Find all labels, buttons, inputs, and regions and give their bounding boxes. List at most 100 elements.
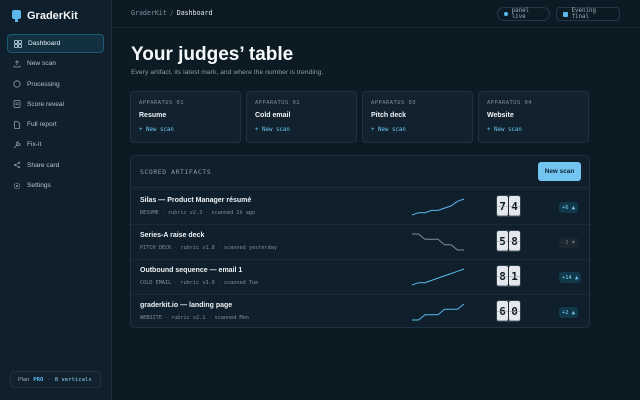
panel-title: SCORED ARTIFACTS bbox=[140, 168, 212, 176]
score-flipboard: 5 8 bbox=[497, 231, 520, 251]
trend-sparkline bbox=[412, 233, 464, 251]
wrench-icon bbox=[13, 141, 21, 149]
sidebar-item-label: Full report bbox=[27, 121, 57, 129]
new-scan-link[interactable]: + New scan bbox=[371, 127, 406, 133]
scored-artifacts-panel: SCORED ARTIFACTS New scan Silas — Produc… bbox=[130, 155, 590, 328]
new-scan-link[interactable]: + New scan bbox=[487, 127, 522, 133]
score-digit: 5 bbox=[497, 231, 508, 251]
sparkline-path bbox=[412, 233, 464, 251]
artifact-title: Series-A raise deck bbox=[140, 232, 205, 239]
artifact-rubric: rubric v1.8 bbox=[180, 245, 215, 251]
apparatus-label: APPARATUS 01 bbox=[139, 100, 184, 106]
apparatus-name: Resume bbox=[139, 112, 167, 119]
apparatus-card-resume[interactable]: APPARATUS 01 Resume + New scan bbox=[130, 91, 241, 143]
score-delta-badge: +6 ▲ bbox=[559, 202, 578, 213]
page-subtitle: Every artifact, its latest mark, and whe… bbox=[131, 69, 324, 76]
sparkline-path bbox=[411, 198, 465, 216]
artifact-scanned: scanned Tue bbox=[223, 280, 259, 286]
score-delta-badge: +2 ▲ bbox=[559, 307, 578, 318]
sidebar-item-full-report[interactable]: Full report bbox=[7, 115, 104, 134]
artifact-scanned: scanned 2h ago bbox=[211, 210, 256, 216]
circle-icon bbox=[13, 80, 21, 88]
artifact-type: RESUME bbox=[140, 210, 159, 216]
apparatus-label: APPARATUS 03 bbox=[371, 100, 416, 106]
sidebar-item-settings[interactable]: Settings bbox=[7, 176, 104, 195]
artifact-type: WEBSITE bbox=[140, 315, 162, 321]
sidebar-item-processing[interactable]: Processing bbox=[7, 75, 104, 94]
artifact-row[interactable]: Outbound sequence — email 1 COLD EMAIL · r… bbox=[131, 259, 589, 294]
sidebar-item-share-card[interactable]: Share card bbox=[7, 156, 104, 175]
new-scan-link[interactable]: + New scan bbox=[139, 127, 174, 133]
apparatus-name: Website bbox=[487, 112, 514, 119]
score-flipboard: 6 0 bbox=[497, 301, 520, 321]
trend-sparkline bbox=[411, 268, 465, 286]
plan-separator: · bbox=[47, 376, 51, 383]
sidebar-item-fix-it[interactable]: Fix-it bbox=[7, 135, 104, 154]
artifact-scanned: scanned Mon bbox=[214, 315, 249, 321]
score-flipboard: 8 1 bbox=[497, 266, 520, 286]
score-digit: 8 bbox=[509, 231, 520, 251]
live-dot-icon bbox=[504, 12, 508, 16]
sparkline-path bbox=[411, 268, 465, 286]
upload-icon bbox=[13, 60, 21, 68]
artifact-rubric: rubric v3.0 bbox=[180, 280, 215, 286]
artifact-meta: COLD EMAIL · rubric v3.0 · scanned Tue bbox=[140, 280, 259, 286]
sidebar-item-label: Dashboard bbox=[28, 40, 61, 47]
sidebar-nav: Dashboard New scan Processing Score reve… bbox=[7, 34, 104, 196]
sidebar-item-score-reveal[interactable]: Score reveal bbox=[7, 95, 104, 114]
score-flipboard: 7 4 bbox=[497, 196, 520, 216]
score-digit: 0 bbox=[509, 301, 520, 321]
artifact-row[interactable]: Silas — Product Manager résumé RESUME · ru… bbox=[131, 189, 589, 224]
artifact-meta: RESUME · rubric v2.3 · scanned 2h ago bbox=[140, 210, 256, 216]
breadcrumb-separator: / bbox=[169, 9, 174, 17]
document-icon bbox=[13, 100, 21, 109]
sidebar-item-label: Processing bbox=[27, 80, 60, 88]
artifact-rubric: rubric v2.3 bbox=[167, 210, 203, 216]
trend-sparkline bbox=[412, 303, 465, 321]
apparatus-cards: APPARATUS 01 Resume + New scan APPARATUS… bbox=[130, 91, 590, 143]
sparkline-path bbox=[412, 303, 465, 321]
artifact-type: PITCH DECK bbox=[140, 245, 172, 251]
breadcrumb-root[interactable]: GraderKit bbox=[131, 9, 167, 17]
apparatus-name: Pitch deck bbox=[371, 112, 407, 119]
apparatus-card-website[interactable]: APPARATUS 04 Website + New scan bbox=[478, 91, 589, 143]
score-delta-badge: -3 ▼ bbox=[559, 237, 578, 248]
artifact-type: COLD EMAIL bbox=[140, 280, 172, 286]
apparatus-card-cold-email[interactable]: APPARATUS 02 Cold email + New scan bbox=[246, 91, 357, 143]
plan-verticals: 8 verticals bbox=[54, 376, 92, 383]
evening-final-pill[interactable]: Evening final bbox=[556, 7, 620, 21]
calendar-icon bbox=[563, 11, 568, 17]
artifact-meta: PITCH DECK · rubric v1.8 · scanned yesterday bbox=[140, 245, 277, 251]
artifact-title: Silas — Product Manager résumé bbox=[140, 197, 252, 204]
apparatus-label: APPARATUS 04 bbox=[487, 100, 532, 106]
sidebar-item-new-scan[interactable]: New scan bbox=[7, 54, 104, 73]
sidebar-item-dashboard[interactable]: Dashboard bbox=[7, 34, 104, 53]
artifact-rubric: rubric v2.1 bbox=[171, 315, 206, 321]
sidebar: GraderKit Dashboard New scan Processing … bbox=[0, 0, 112, 400]
grid-icon bbox=[14, 39, 22, 48]
panel-header: SCORED ARTIFACTS New scan bbox=[131, 156, 589, 188]
brand[interactable]: GraderKit bbox=[12, 10, 78, 22]
apparatus-card-pitch-deck[interactable]: APPARATUS 03 Pitch deck + New scan bbox=[362, 91, 473, 143]
score-digit: 7 bbox=[497, 196, 508, 216]
artifact-scanned: scanned yesterday bbox=[223, 245, 277, 251]
artifact-title: graderkit.io — landing page bbox=[140, 302, 233, 309]
plan-tier: PRO bbox=[33, 376, 44, 383]
artifact-row[interactable]: graderkit.io — landing page WEBSITE · rubr… bbox=[131, 294, 589, 327]
breadcrumb-current: Dashboard bbox=[176, 9, 213, 17]
apparatus-name: Cold email bbox=[255, 112, 291, 119]
new-scan-button[interactable]: New scan bbox=[538, 162, 581, 181]
score-digit: 6 bbox=[497, 301, 508, 321]
sidebar-item-label: New scan bbox=[27, 60, 56, 68]
gear-icon bbox=[13, 182, 21, 190]
new-scan-link[interactable]: + New scan bbox=[255, 127, 290, 133]
panel-live-pill[interactable]: panel live bbox=[497, 7, 550, 21]
breadcrumb: GraderKit / Dashboard bbox=[131, 9, 212, 17]
score-digit: 1 bbox=[509, 266, 520, 286]
top-bar: GraderKit / Dashboard panel live Evening f… bbox=[112, 0, 640, 28]
sidebar-item-label: Score reveal bbox=[27, 100, 65, 108]
plan-badge[interactable]: Plan PRO · 8 verticals bbox=[10, 371, 101, 388]
evening-final-label: Evening final bbox=[571, 8, 596, 20]
artifact-row[interactable]: Series-A raise deck PITCH DECK · rubric v1… bbox=[131, 224, 589, 259]
sidebar-item-label: Settings bbox=[27, 182, 51, 190]
